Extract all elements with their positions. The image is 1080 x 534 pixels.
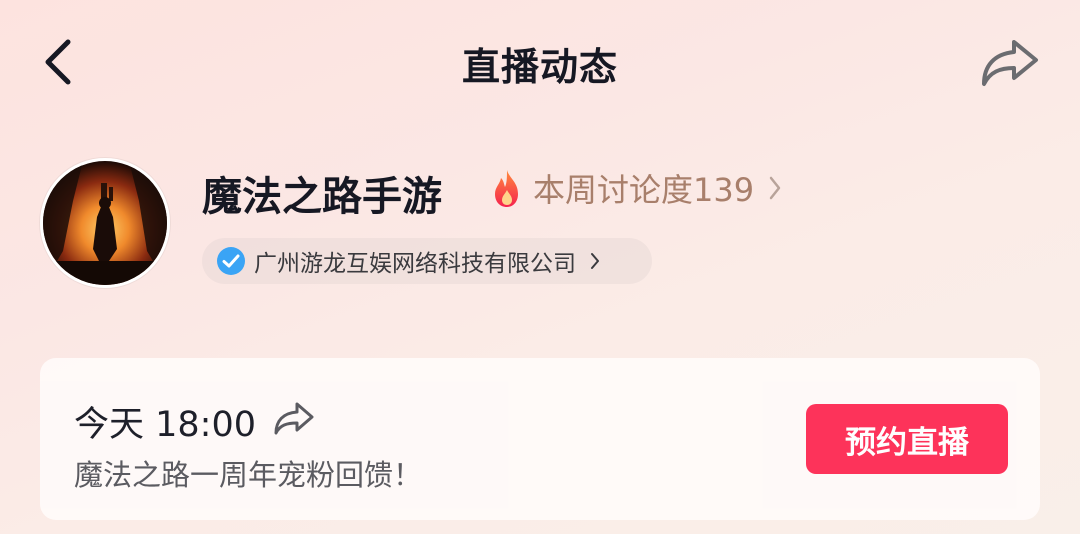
avatar[interactable] [40,158,170,288]
event-time: 今天 18:00 [74,405,256,445]
chevron-right-icon [591,253,599,269]
reserve-live-button[interactable]: 预约直播 [806,404,1008,474]
avatar-artwork [43,161,167,285]
company-name: 广州游龙互娱网络科技有限公司 [254,251,576,277]
event-title: 魔法之路一周年宠粉回馈！ [74,458,423,492]
account-name[interactable]: 魔法之路手游 [202,164,442,222]
fire-icon [495,170,518,207]
top-bar: 直播动态 [0,0,1080,125]
weekly-discussion-link[interactable]: 本周讨论度139 [490,168,782,209]
verified-badge-icon [217,247,245,275]
page-title: 直播动态 [461,45,618,89]
share-arrow-icon[interactable] [978,36,1042,90]
chevron-right-icon [769,176,781,200]
weekly-discussion-text: 本周讨论度139 [533,171,755,209]
share-arrow-icon[interactable] [272,400,316,436]
live-event-card: 今天 18:00 魔法之路一周年宠粉回馈！ 预约直播 [40,358,1040,520]
company-certification[interactable]: 广州游龙互娱网络科技有限公司 [202,238,652,284]
